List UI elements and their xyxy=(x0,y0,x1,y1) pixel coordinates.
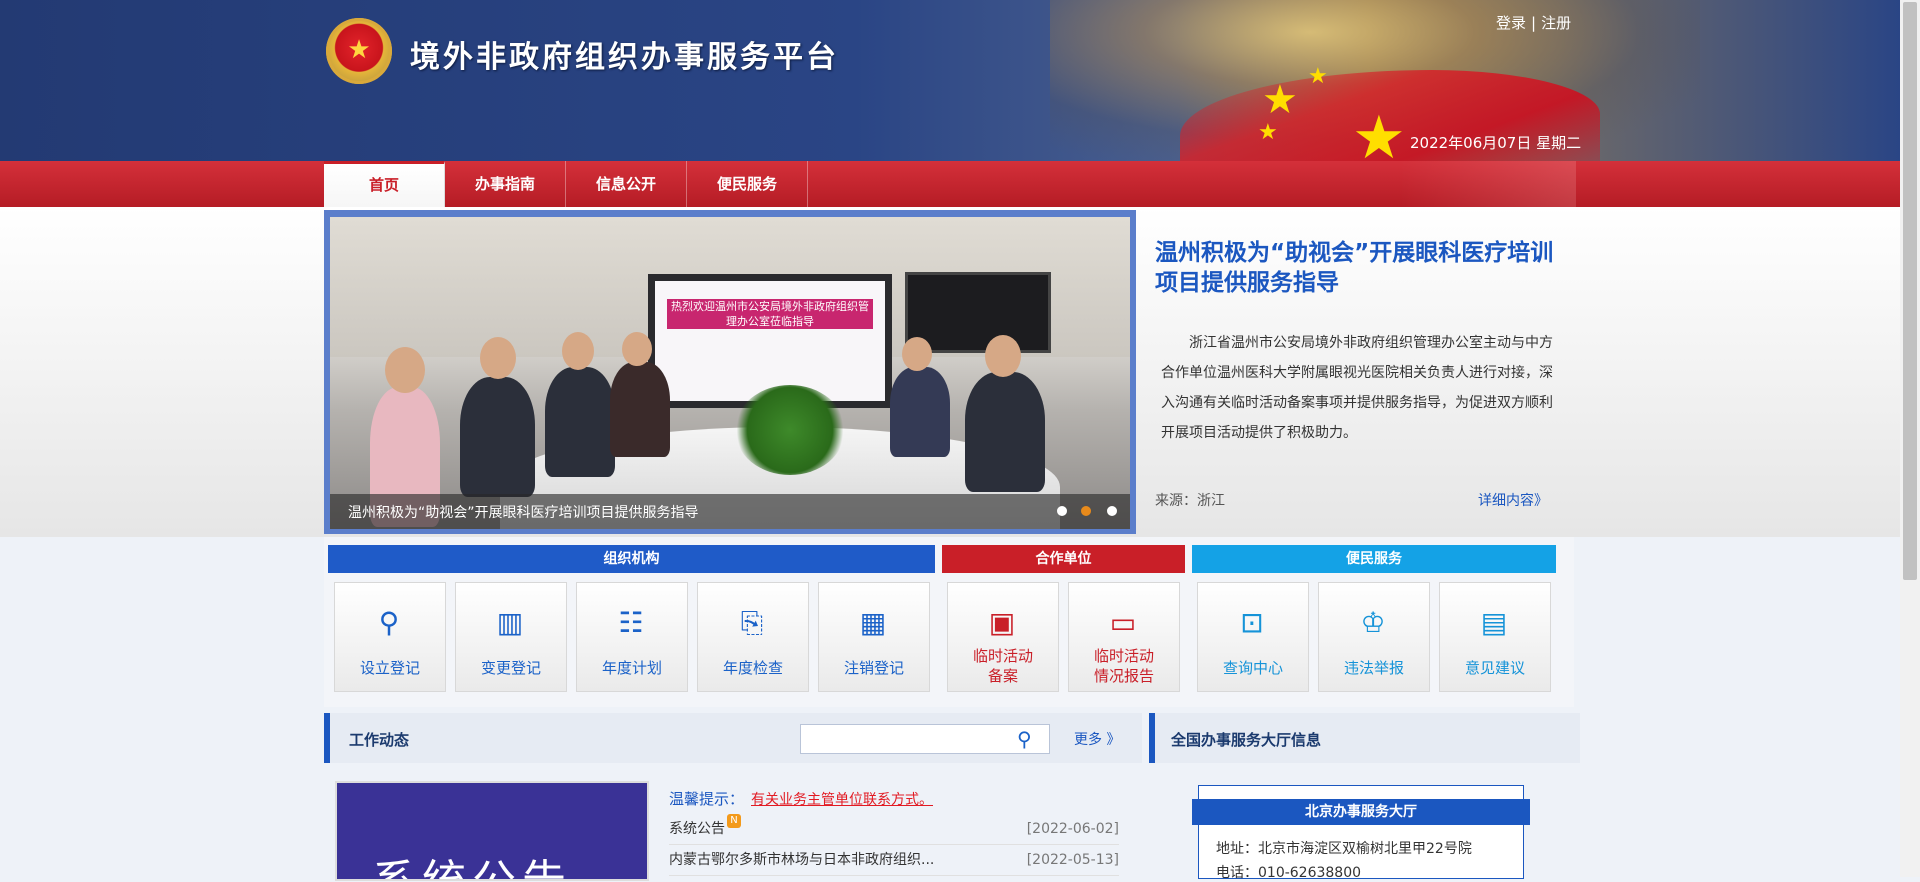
news-thumbnail[interactable]: 系统公告 xyxy=(335,781,649,881)
person xyxy=(545,367,615,477)
auth-links: 登录 | 注册 xyxy=(1496,12,1571,33)
tile-temporary-activity-report[interactable]: ▭ 临时活动 情况报告 xyxy=(1068,582,1180,692)
search-icon[interactable]: ⚲ xyxy=(1017,727,1032,751)
star-icon: ★ xyxy=(1258,120,1278,145)
news-item[interactable]: 系统公告N [2022-06-02] xyxy=(669,814,1119,845)
featured-news-summary: 浙江省温州市公安局境外非政府组织管理办公室主动与中方合作单位温州医科大学附属眼视… xyxy=(1161,335,1553,441)
person xyxy=(965,372,1045,492)
inspection-icon: ⎘ xyxy=(740,606,764,639)
star-icon: ★ xyxy=(1352,103,1406,161)
category-org: 组织机构 xyxy=(328,545,935,573)
news-more-link[interactable]: 更多 》 xyxy=(1074,729,1120,749)
slider-dot-1[interactable] xyxy=(1057,506,1067,516)
featured-news-source: 来源：浙江 xyxy=(1155,493,1225,509)
hall-address: 地址：北京市海淀区双榆树北里甲22号院 xyxy=(1216,841,1472,857)
tile-temporary-activity-filing[interactable]: ▣ 临时活动 备案 xyxy=(947,582,1059,692)
screen-banner-text: 热烈欢迎温州市公安局境外非政府组织管理办公室莅临指导 xyxy=(667,299,873,329)
calendar-note-icon: ▤ xyxy=(1480,606,1508,639)
stamp-icon: ⚲ xyxy=(378,606,400,639)
news-item-title[interactable]: 内蒙古鄂尔多斯市林场与日本非政府组织... xyxy=(669,852,934,868)
person xyxy=(610,362,670,457)
main-nav: 首页 办事指南 信息公开 便民服务 xyxy=(0,161,1900,207)
login-link[interactable]: 登录 xyxy=(1496,14,1526,32)
plant xyxy=(735,385,845,475)
current-date: 2022年06月07日 星期二 xyxy=(1410,134,1582,152)
news-search-box: ⚲ xyxy=(800,724,1050,754)
news-item-date: [2022-06-02] xyxy=(1026,821,1119,837)
police-icon: ♔ xyxy=(1360,606,1386,639)
clipboard-icon: ☷ xyxy=(618,606,644,639)
tile-suggestions[interactable]: ▤ 意见建议 xyxy=(1439,582,1551,692)
slider-dot-3[interactable] xyxy=(1107,506,1117,516)
featured-news-title[interactable]: 温州积极为“助视会”开展眼科医疗培训项目提供服务指导 xyxy=(1155,238,1555,298)
star-icon: ★ xyxy=(1262,77,1298,123)
news-item-date: [2022-05-13] xyxy=(1026,852,1119,868)
page-scrollbar[interactable] xyxy=(1900,0,1920,877)
tile-annual-plan[interactable]: ☷ 年度计划 xyxy=(576,582,688,692)
nav-home[interactable]: 首页 xyxy=(324,161,445,207)
tile-query-center[interactable]: ⊡ 查询中心 xyxy=(1197,582,1309,692)
scrollbar-thumb[interactable] xyxy=(1903,2,1917,580)
news-section-title: 工作动态 xyxy=(349,731,410,749)
news-item-title[interactable]: 系统公告 xyxy=(669,821,725,837)
site-title[interactable]: 境外非政府组织办事服务平台 xyxy=(410,32,839,76)
police-emblem-logo[interactable]: ★ xyxy=(326,18,392,84)
slider-caption[interactable]: 温州积极为“助视会”开展眼科医疗培训项目提供服务指导 xyxy=(348,502,699,522)
news-search-input[interactable] xyxy=(805,728,1009,750)
tile-violation-report[interactable]: ♔ 违法举报 xyxy=(1318,582,1430,692)
new-badge: N xyxy=(727,814,741,828)
star-icon: ★ xyxy=(1308,64,1328,89)
tile-change-registration[interactable]: ▥ 变更登记 xyxy=(455,582,567,692)
header-banner: ★ ★ ★ ★ xyxy=(0,0,1900,161)
person xyxy=(460,377,535,497)
slider-dot-2[interactable] xyxy=(1081,506,1091,516)
building-cancel-icon: ▦ xyxy=(859,606,887,639)
register-link[interactable]: 注册 xyxy=(1541,14,1571,32)
hall-phone: 电话：010-62638800 xyxy=(1216,865,1362,881)
thumbnail-text: 系统公告 xyxy=(372,845,572,879)
hall-name[interactable]: 北京办事服务大厅 xyxy=(1192,799,1530,825)
archive-icon: ▣ xyxy=(988,606,1016,639)
category-partner: 合作单位 xyxy=(942,545,1185,573)
nav-guide[interactable]: 办事指南 xyxy=(445,161,566,207)
news-slider-image[interactable]: 热烈欢迎温州市公安局境外非政府组织管理办公室莅临指导 xyxy=(330,217,1130,529)
hall-section-title: 全国办事服务大厅信息 xyxy=(1171,731,1322,749)
building-edit-icon: ▥ xyxy=(496,606,524,639)
news-item[interactable]: 内蒙古鄂尔多斯市林场与日本非政府组织... [2022-05-13] xyxy=(669,845,1119,876)
report-chat-icon: ▭ xyxy=(1109,606,1137,639)
tile-deregistration[interactable]: ▦ 注销登记 xyxy=(818,582,930,692)
nav-services[interactable]: 便民服务 xyxy=(687,161,808,207)
person xyxy=(890,367,950,457)
tile-establish-registration[interactable]: ⚲ 设立登记 xyxy=(334,582,446,692)
nav-disclosure[interactable]: 信息公开 xyxy=(566,161,687,207)
category-public: 便民服务 xyxy=(1192,545,1556,573)
notice-link[interactable]: 有关业务主管单位联系方式。 xyxy=(751,789,933,809)
notice-label: 温馨提示： xyxy=(669,790,745,808)
auth-separator: | xyxy=(1531,14,1537,32)
featured-details-link[interactable]: 详细内容》 xyxy=(1478,490,1548,510)
monitor-search-icon: ⊡ xyxy=(1240,606,1264,639)
tile-annual-inspection[interactable]: ⎘ 年度检查 xyxy=(697,582,809,692)
